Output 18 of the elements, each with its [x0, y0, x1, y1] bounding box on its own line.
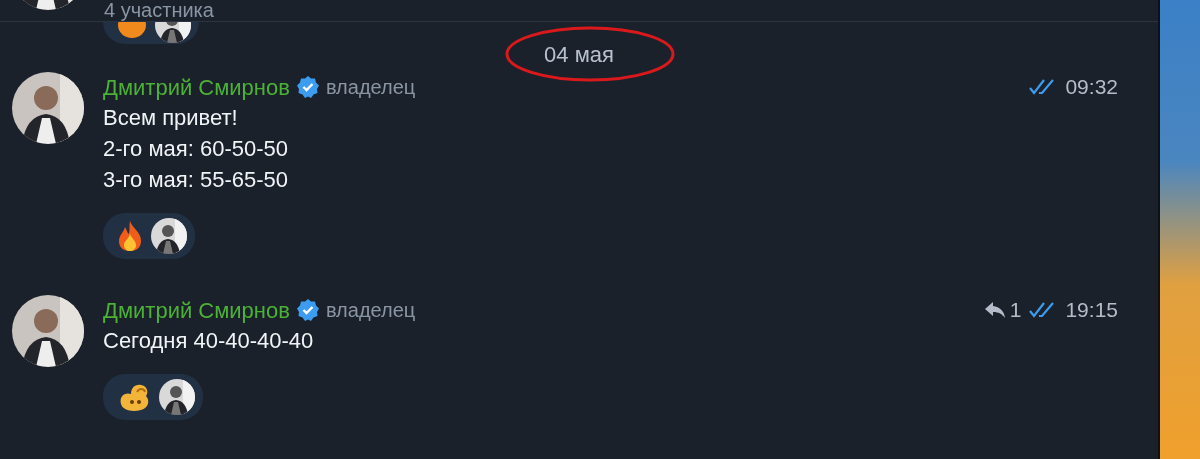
role-label: владелец — [325, 75, 416, 100]
reply-count[interactable]: 1 — [1009, 294, 1022, 326]
author-name[interactable]: Дмитрий Смирнов — [103, 293, 290, 327]
message-time: 19:15 — [1065, 297, 1118, 324]
reply-icon — [983, 301, 1006, 319]
date-label: 04 мая — [544, 40, 614, 69]
message-text: Всем привет! — [103, 104, 239, 132]
message-text: Сегодня 40-40-40-40 — [103, 327, 315, 355]
role-label: владелец — [325, 298, 416, 323]
reaction-button[interactable] — [103, 374, 203, 420]
member-count: 4 участника — [104, 0, 214, 21]
author-name[interactable]: Дмитрий Смирнов — [103, 70, 290, 104]
reaction-button[interactable] — [103, 22, 199, 44]
reaction-button[interactable] — [103, 213, 195, 259]
message-text: 3-го мая: 55-65-50 — [103, 166, 289, 194]
message-time: 09:32 — [1065, 74, 1118, 101]
flame-icon — [117, 220, 143, 252]
message-text: 2-го мая: 60-50-50 — [103, 135, 289, 163]
